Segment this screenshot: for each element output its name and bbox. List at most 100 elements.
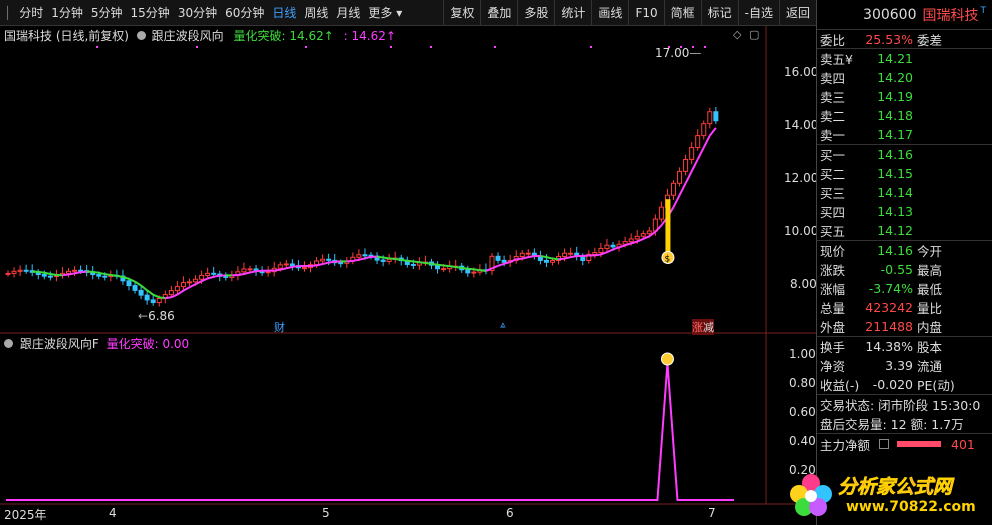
candle-body [550,260,555,263]
remove-watchlist-button[interactable]: -自选 [737,0,779,26]
signal-label: 量化突破: [233,29,286,43]
candle-body [174,286,180,292]
candle-body [683,158,689,172]
stat2-row-eps: 收益(-) -0.020 PE(动) [820,377,955,393]
sell-4-row[interactable]: 卖四 14.20 [817,68,992,87]
maximize-icon[interactable]: ▢ [749,28,759,41]
trend-line-segment [540,254,547,259]
trend-line-segment [352,258,360,262]
candle-body [562,252,568,257]
candle-body [634,235,640,240]
buy-3-row[interactable]: 买三 14.14 [817,183,992,202]
simple-frame-button[interactable]: 简框 [663,0,701,26]
fuquan-button[interactable]: 复权 [443,0,480,26]
trend-line-segment [479,269,487,272]
sub-axis-08: 0.80 [789,376,816,390]
sell-5-row[interactable]: 卖五¥ 14.21 [817,49,992,68]
quote-panel: 300600 国瑞科技 T 委比 25.53% 委差 卖五¥ 14.21 卖四 14… [816,0,992,525]
trend-line-segment [310,264,317,267]
sub-indicator-toggle-icon[interactable] [4,339,13,348]
back-button[interactable]: 返回 [778,0,816,26]
trade-state-block: 交易状态: 闭市阶段 15:30:0 盘后交易量: 12 额: 1.7万 [817,395,992,434]
trend-line-segment [449,265,456,268]
candle-body [320,258,326,262]
candle-body [277,264,283,269]
candle-body [180,282,186,288]
candle-body [23,269,29,272]
indicator-toggle-icon[interactable] [136,31,146,40]
x-axis-jul: 7 [708,506,716,520]
trend-line-segment [110,274,118,277]
trend-line-segment [552,257,559,261]
period-tab-more[interactable]: 更多 ▾ [364,0,406,26]
period-tab-30min[interactable]: 30分钟 [174,0,221,26]
trend-line-segment [570,254,577,259]
diamond-icon[interactable]: ◇ [733,28,741,41]
period-tab-60min[interactable]: 60分钟 [221,0,268,26]
signal-dot [390,46,392,48]
limit-reduce-marker[interactable]: 涨减 [692,319,714,335]
trend-line-segment [165,296,172,300]
period-tab-1min[interactable]: 1分钟 [47,0,87,26]
candle-body [326,258,332,261]
period-tab-monthly[interactable]: 月线 [332,0,364,26]
trend-line-segment [401,258,408,262]
x-axis-jun: 6 [506,506,514,520]
period-tab-5min[interactable]: 5分钟 [87,0,127,26]
candle-body [47,275,53,278]
draw-line-button[interactable]: 画线 [591,0,628,26]
pin-icon[interactable]: T [981,6,987,16]
trend-line-segment [455,265,462,269]
signal-dot [704,46,706,48]
event-marker-icon[interactable]: ⩓ [500,320,506,331]
candle-body [187,281,192,284]
stats-button[interactable]: 统计 [554,0,591,26]
multi-stock-button[interactable]: 多股 [517,0,554,26]
kline-chart-svg[interactable]: $ [0,26,816,525]
sub-indicator-name: 跟庄波段风向F [19,337,99,351]
candle-body [265,271,271,274]
weibi-value: 25.53% [865,31,913,47]
candle-body [465,269,471,274]
low-price-label: ←6.86 [138,309,175,323]
overlay-button[interactable]: 叠加 [480,0,517,26]
sell-3-row[interactable]: 卖三 14.19 [817,87,992,106]
period-tab-fenshi[interactable]: 分时 [15,0,47,26]
period-tab-daily[interactable]: 日线 [268,0,300,26]
sub-money-bag-icon[interactable] [660,352,674,366]
trend-line-segment [74,271,81,275]
kline-chart-area[interactable]: $ 国瑞科技 (日线,前复权) 跟庄波段风向 量化突破: 14.62↑ : 14… [0,26,819,525]
buy-1-row[interactable]: 买一 14.16 [817,145,992,164]
candle-body [289,263,295,267]
trend-line-segment [473,268,481,272]
buy-4-row[interactable]: 买四 14.13 [817,202,992,221]
price-axis-16: 16.00 [784,65,819,79]
trend-line-segment [213,274,220,278]
buy-2-row[interactable]: 买二 14.15 [817,164,992,183]
period-tab-weekly[interactable]: 周线 [300,0,332,26]
trend-line-segment [431,262,438,266]
main-net-icon[interactable] [879,439,889,449]
price-axis-14: 14.00 [784,118,819,132]
main-net-bar [897,441,941,447]
sub-axis-04: 0.40 [789,434,816,448]
sell-2-row[interactable]: 卖二 14.18 [817,106,992,125]
f10-button[interactable]: F10 [628,0,663,26]
candle-body [525,252,531,255]
x-axis-apr: 4 [109,506,117,520]
price-axis-10: 10.00 [784,224,819,238]
toolbar-handle-icon: │ [4,5,12,20]
sell-1-row[interactable]: 卖一 14.17 [817,125,992,144]
period-tab-15min[interactable]: 15分钟 [127,0,174,26]
candle-body [380,259,386,262]
stat-row-change: 涨跌 -0.55 最高 [820,262,943,278]
mark-button[interactable]: 标记 [700,0,738,26]
trend-line-segment [255,269,263,273]
trend-line-segment [443,264,450,268]
trend-line-segment [249,270,257,274]
stats2-block: 换手 14.38% 股本 净资 3.39 流通 收益(-) -0.020 PE(动) [817,337,992,395]
financial-report-marker[interactable]: 财 [274,319,285,335]
candle-body [17,269,23,272]
watermark-logo: 分析家公式网 www.70822.com [788,468,988,522]
buy-5-row[interactable]: 买五 14.12 [817,221,992,240]
